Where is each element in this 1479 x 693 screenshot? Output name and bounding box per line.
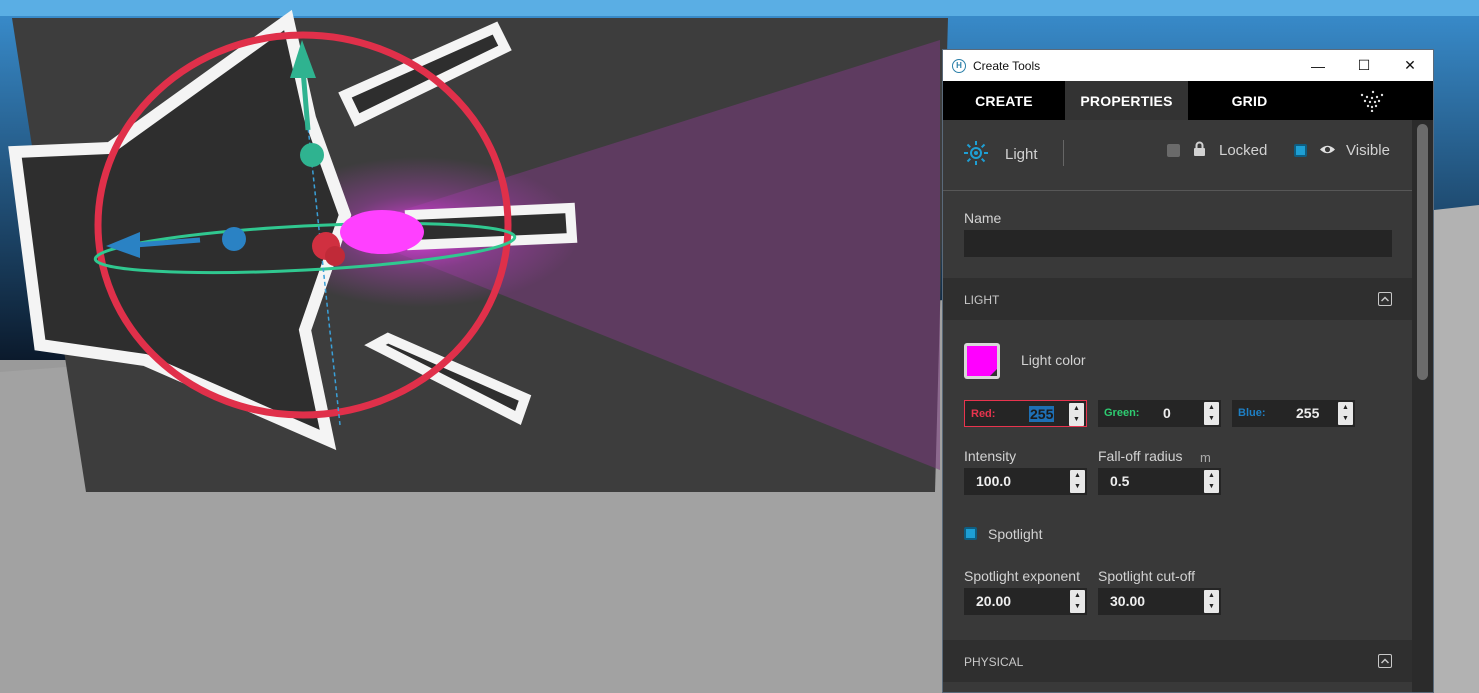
blue-spinner[interactable]: ▲ ▼ [1338,402,1353,425]
green-value[interactable]: 0 [1163,405,1171,421]
spin-down-icon[interactable]: ▼ [1342,415,1349,423]
entity-header: Light Locked Visible [943,120,1413,190]
tab-marketplace[interactable] [1311,81,1433,120]
light-collapse-button[interactable] [1378,292,1392,306]
spot-cutoff-value[interactable]: 30.00 [1110,593,1145,609]
spot-cutoff-spinner[interactable]: ▲ ▼ [1204,590,1219,613]
name-input[interactable] [964,230,1392,257]
spot-exponent-label: Spotlight exponent [964,568,1080,584]
spot-cutoff-input[interactable]: 30.00 ▲ ▼ [1098,588,1221,615]
spin-down-icon[interactable]: ▼ [1074,603,1081,611]
falloff-unit: m [1200,450,1211,465]
physical-section-title: PHYSICAL [964,655,1024,669]
falloff-spinner[interactable]: ▲ ▼ [1204,470,1219,493]
light-source[interactable] [340,210,424,254]
spin-up-icon[interactable]: ▲ [1208,404,1215,412]
light-color-fill [967,346,997,376]
minimize-button[interactable]: — [1295,50,1341,81]
title-bar[interactable]: H Create Tools — ☐ ✕ [943,50,1433,81]
red-input[interactable]: Red: 255 ▲ ▼ [964,400,1087,427]
falloff-input[interactable]: 0.5 ▲ ▼ [1098,468,1221,495]
red-spinner[interactable]: ▲ ▼ [1069,403,1084,426]
divider [943,190,1413,191]
light-icon [964,141,988,165]
locked-label: Locked [1219,142,1268,159]
light-color-label: Light color [1021,352,1086,368]
bar-middle [404,202,578,251]
gizmo-y-handle[interactable] [300,143,324,167]
green-label: Green: [1104,407,1140,419]
tab-grid[interactable]: GRID [1188,81,1311,120]
app-icon: H [952,58,966,73]
marketplace-icon [1360,90,1384,112]
spin-up-icon[interactable]: ▲ [1208,592,1215,600]
floor-right [1434,205,1479,693]
intensity-label: Intensity [964,448,1017,464]
eye-icon [1320,145,1335,154]
spin-down-icon[interactable]: ▼ [1208,415,1215,423]
tab-bar: CREATE PROPERTIES GRID [943,81,1433,120]
tab-properties[interactable]: PROPERTIES [1065,81,1188,120]
blue-input[interactable]: Blue: 255 ▲ ▼ [1232,400,1355,427]
falloff-label: Fall-off radius [1098,448,1183,464]
spin-down-icon[interactable]: ▼ [1208,603,1215,611]
red-label: Red: [971,408,996,420]
spin-down-icon[interactable]: ▼ [1208,483,1215,491]
spin-up-icon[interactable]: ▲ [1073,405,1080,413]
name-label: Name [964,210,1002,226]
visible-label: Visible [1346,142,1390,159]
light-section-header[interactable]: LIGHT [943,278,1413,320]
create-tools-window: H Create Tools — ☐ ✕ CREATE PROPERTIES G… [942,49,1434,693]
spin-up-icon[interactable]: ▲ [1074,472,1081,480]
spin-up-icon[interactable]: ▲ [1342,404,1349,412]
maximize-button[interactable]: ☐ [1341,50,1387,81]
spotlight-label: Spotlight [988,526,1043,542]
close-button[interactable]: ✕ [1387,50,1433,81]
window-title: Create Tools [973,58,1041,73]
header-divider [1063,140,1064,166]
chevron-up-icon [1381,296,1389,302]
falloff-value[interactable]: 0.5 [1110,473,1129,489]
physical-collapse-button[interactable] [1378,654,1392,668]
blue-label: Blue: [1238,407,1266,419]
green-spinner[interactable]: ▲ ▼ [1204,402,1219,425]
chevron-up-icon [1381,658,1389,664]
light-section-title: LIGHT [964,293,1000,307]
spin-down-icon[interactable]: ▼ [1074,483,1081,491]
intensity-value[interactable]: 100.0 [976,473,1011,489]
scrollbar-thumb[interactable] [1417,124,1428,380]
spotlight-checkbox[interactable] [964,527,977,540]
swatch-corner-icon [990,369,997,376]
properties-panel[interactable]: Light Locked Visible Name LIGHT Light co… [943,120,1413,692]
gizmo-z-handle-2[interactable] [325,246,345,266]
blue-value[interactable]: 255 [1296,405,1319,421]
spin-up-icon[interactable]: ▲ [1074,592,1081,600]
scrollbar[interactable] [1412,120,1433,692]
light-color-swatch[interactable] [964,343,1000,379]
locked-checkbox[interactable] [1167,144,1180,157]
spot-exponent-value[interactable]: 20.00 [976,593,1011,609]
spot-exponent-input[interactable]: 20.00 ▲ ▼ [964,588,1087,615]
sky-top [0,0,1479,16]
gizmo-x-handle[interactable] [222,227,246,251]
spot-exponent-spinner[interactable]: ▲ ▼ [1070,590,1085,613]
tab-create[interactable]: CREATE [943,81,1065,120]
spin-up-icon[interactable]: ▲ [1208,472,1215,480]
green-input[interactable]: Green: 0 ▲ ▼ [1098,400,1221,427]
spot-cutoff-label: Spotlight cut-off [1098,568,1196,584]
intensity-input[interactable]: 100.0 ▲ ▼ [964,468,1087,495]
lock-icon [1194,141,1205,156]
physical-section-header[interactable]: PHYSICAL [943,640,1413,682]
visible-checkbox[interactable] [1294,144,1307,157]
red-value[interactable]: 255 [1029,406,1055,422]
spin-down-icon[interactable]: ▼ [1073,416,1080,424]
entity-type-label: Light [1005,146,1038,163]
intensity-spinner[interactable]: ▲ ▼ [1070,470,1085,493]
